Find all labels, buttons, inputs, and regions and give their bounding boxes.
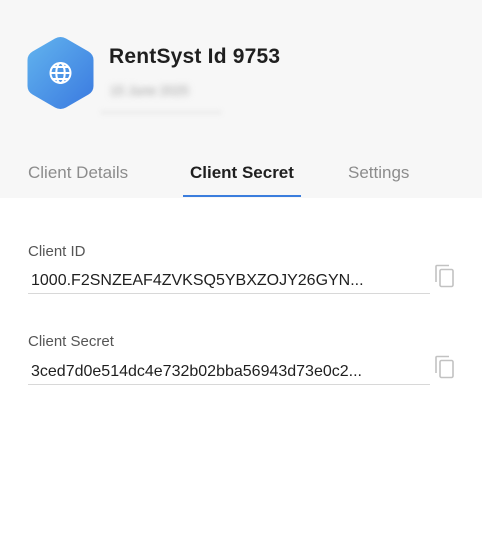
active-tab-indicator — [183, 195, 301, 197]
client-secret-field[interactable]: 3ced7d0e514dc4e732b02bba56943d73e0c2... — [28, 359, 430, 385]
copy-client-secret-button[interactable] — [433, 354, 457, 380]
tab-settings[interactable]: Settings — [348, 163, 409, 183]
client-secret-label: Client Secret — [28, 333, 114, 350]
app-hexagon-icon — [27, 37, 94, 109]
app-subtitle-underline — [100, 110, 222, 115]
client-id-label: Client ID — [28, 243, 86, 260]
app-title: RentSyst Id 9753 — [109, 45, 281, 68]
globe-icon — [49, 62, 72, 84]
tab-client-secret[interactable]: Client Secret — [190, 163, 294, 183]
client-panel: RentSyst Id 9753 15 June 2025 Client Det… — [0, 0, 482, 538]
copy-icon — [435, 355, 454, 379]
copy-icon — [435, 264, 454, 288]
app-subtitle: 15 June 2025 — [110, 83, 189, 98]
client-id-field[interactable]: 1000.F2SNZEAF4ZVKSQ5YBXZOJY26GYN... — [28, 268, 430, 294]
copy-client-id-button[interactable] — [433, 263, 457, 289]
tab-client-details[interactable]: Client Details — [28, 163, 128, 183]
